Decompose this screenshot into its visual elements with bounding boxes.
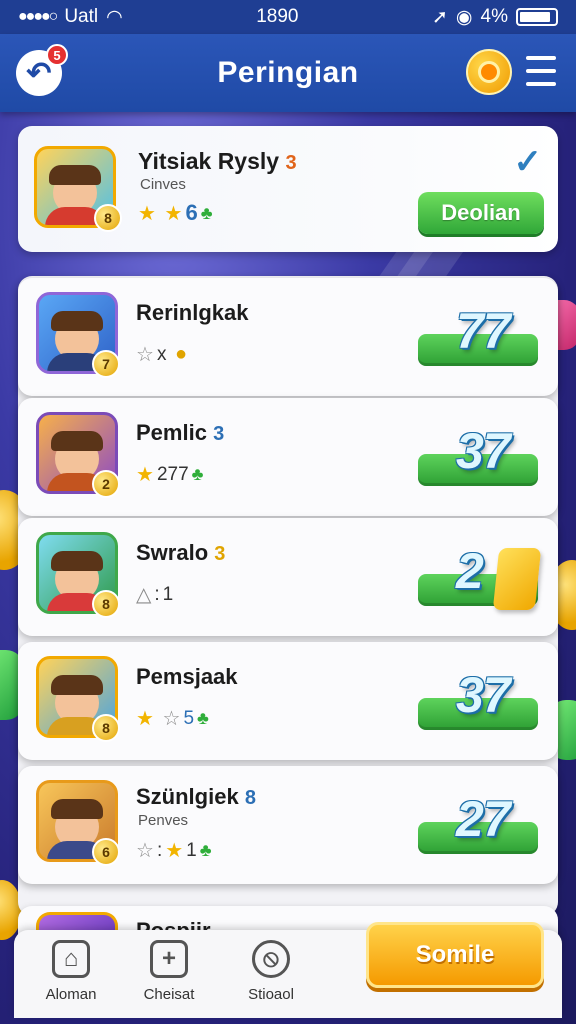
block-icon: ⦸ [252, 940, 290, 978]
score-value: 37 [456, 423, 511, 479]
nav-item-create[interactable]: + Cheisat [124, 940, 214, 1003]
star-icon: ☆ [136, 344, 154, 366]
player-stats: ☆ : ★ 1 ♣ [136, 839, 212, 863]
level-badge: 8 [94, 204, 122, 232]
chat-button[interactable] [466, 49, 512, 95]
score-value: 37 [456, 667, 511, 723]
nav-label: Aloman [45, 986, 97, 1003]
back-button[interactable]: ↶ 5 [16, 44, 68, 96]
player-name: Pemsjaak [136, 664, 238, 689]
list-item[interactable]: 2 Pemlic 3 ★ 277 ♣ 37 [18, 398, 558, 516]
list-item[interactable]: 8 Swralo 3 △ : 1 2 [18, 518, 558, 636]
nav-item-home[interactable]: ⌂ Aloman [26, 940, 116, 1003]
player-stats: ★ 277 ♣ [136, 463, 204, 487]
star-icon: ☆ [136, 840, 154, 862]
location-icon: ➚ [432, 6, 448, 28]
score-value: 77 [456, 303, 511, 359]
nav-label: Stioaol [248, 986, 294, 1003]
player-name: Pemlic 3 [136, 420, 225, 445]
star-icon: ★ [136, 708, 154, 730]
chat-bubble-icon [478, 61, 500, 83]
gold-bar-icon [492, 548, 542, 610]
bottom-nav: ⌂ Aloman + Cheisat ⦸ Stioaol Somile [14, 922, 562, 1018]
level-badge: 2 [92, 470, 120, 498]
wifi-icon: ◠ [106, 6, 123, 28]
score-value: 27 [456, 791, 511, 847]
home-icon: ⌂ [52, 940, 90, 978]
featured-player-card[interactable]: 8 Yitsiak Rysly 3 Cinves ★ ★ 6 ♣ ✓ Deoli… [18, 126, 558, 252]
player-subtitle: Cinves [140, 176, 186, 193]
player-stats: △ : 1 [136, 583, 174, 607]
level-badge: 8 [92, 714, 120, 742]
star-icon: ★ [158, 202, 183, 225]
score-value: 2 [456, 543, 484, 599]
signal-icon: ●●●●○ [18, 8, 58, 25]
player-stats: ★ ☆ 5 ♣ [136, 707, 209, 731]
featured-action-button[interactable]: Deolian [418, 192, 544, 234]
clock: 1890 [256, 6, 299, 27]
alarm-icon: ◉ [455, 6, 473, 28]
cta-button[interactable]: Somile [366, 922, 544, 988]
nav-label: Cheisat [143, 986, 195, 1003]
list-item[interactable]: 6 Szünlgiek 8 Penves ☆ : ★ 1 ♣ 27 [18, 766, 558, 884]
leaf-icon: ♣ [197, 708, 209, 728]
player-stats: ★ ★ 6 ♣ [138, 200, 213, 225]
level-badge: 6 [92, 838, 120, 866]
status-bar: ●●●●○ Uatl ◠ 1890 ➚ ◉ 4% [0, 0, 576, 34]
star-icon: ★ [165, 840, 184, 862]
star-icon: ★ [138, 202, 156, 225]
leaf-icon: ♣ [200, 202, 213, 223]
carrier-label: Uatl [64, 6, 99, 27]
player-name: Swralo 3 [136, 540, 226, 565]
star-icon: ☆ [156, 708, 181, 730]
plus-icon: + [150, 940, 188, 978]
battery-icon [515, 8, 558, 26]
star-icon: ★ [136, 464, 154, 486]
player-name: Rerinlgkak [136, 300, 249, 325]
menu-button[interactable] [526, 56, 556, 86]
player-stats: ☆ x ● [136, 343, 188, 366]
coin-icon: ● [169, 343, 188, 365]
app-header: ↶ 5 Peringian [0, 34, 576, 112]
list-item[interactable]: 7 Rerinlgkak ☆ x ● 77 [18, 278, 558, 396]
level-badge: 7 [92, 350, 120, 378]
triangle-icon: △ [136, 584, 152, 606]
list-item[interactable]: 8 Pemsjaak ★ ☆ 5 ♣ 37 [18, 642, 558, 760]
nav-item-block[interactable]: ⦸ Stioaol [226, 940, 316, 1003]
player-name: Szünlgiek 8 [136, 784, 256, 809]
leaf-icon: ♣ [199, 840, 212, 860]
level-badge: 8 [92, 590, 120, 618]
page-title: Peringian [217, 56, 359, 89]
player-name: Yitsiak Rysly 3 [138, 148, 297, 174]
checkmark-icon: ✓ [513, 143, 543, 181]
leaf-icon: ♣ [191, 464, 204, 484]
notification-badge: 5 [46, 44, 68, 66]
battery-percent: 4% [480, 6, 508, 27]
player-subtitle: Penves [138, 812, 189, 829]
